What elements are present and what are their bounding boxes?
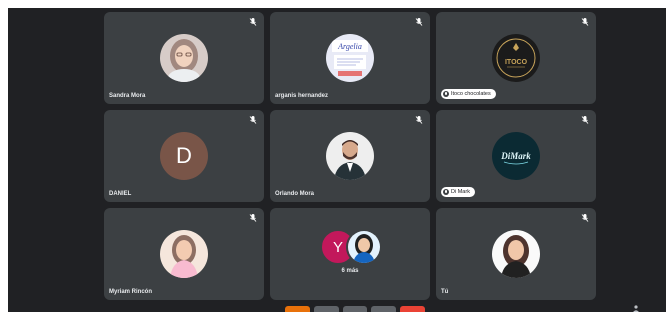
participant-tile-orlando-mora[interactable]: Orlando Mora <box>270 110 430 202</box>
pin-icon <box>443 189 449 195</box>
microphone-off-icon <box>249 214 257 222</box>
pin-icon <box>443 91 449 97</box>
microphone-off-icon <box>415 116 423 124</box>
participant-tile-arganis-hernandez[interactable]: Argelia arganis hernandez <box>270 12 430 104</box>
svg-text:DiMark: DiMark <box>500 151 531 161</box>
avatar-logo: DiMark <box>492 132 540 180</box>
presenting-pill[interactable]: Itoco chocolates <box>441 89 496 99</box>
people-icon[interactable] <box>632 305 640 312</box>
participant-tile-self[interactable]: Tú <box>436 208 596 300</box>
more-participants-tile[interactable]: Y 6 más <box>270 208 430 300</box>
control-button[interactable] <box>400 306 425 312</box>
svg-text:Argelia: Argelia <box>337 42 362 51</box>
microphone-off-icon <box>581 18 589 26</box>
microphone-off-icon <box>581 214 589 222</box>
avatar <box>492 230 540 278</box>
participant-tile-daniel[interactable]: D DANIEL <box>104 110 264 202</box>
control-bar <box>285 306 425 312</box>
participant-name: Itoco chocolates <box>451 91 491 97</box>
meeting-grid: Sandra Mora Argelia arganis hernandez IT… <box>8 8 666 312</box>
control-button[interactable] <box>342 306 368 312</box>
control-button[interactable] <box>313 306 339 312</box>
avatar <box>346 229 382 265</box>
microphone-off-icon <box>249 18 257 26</box>
avatar-logo: Argelia <box>326 34 374 82</box>
microphone-off-icon <box>581 116 589 124</box>
microphone-off-icon <box>249 116 257 124</box>
participant-tile-myriam-rincon[interactable]: Myriam Rincón <box>104 208 264 300</box>
avatar-initial: D <box>160 132 208 180</box>
participant-tile-sandra-mora[interactable]: Sandra Mora <box>104 12 264 104</box>
participant-name: Sandra Mora <box>109 93 146 99</box>
participant-tile-itoco-chocolates[interactable]: ITOCO Itoco chocolates <box>436 12 596 104</box>
avatar <box>160 230 208 278</box>
presenting-pill[interactable]: Di Mark <box>441 187 475 197</box>
participant-name: DANIEL <box>109 191 132 197</box>
avatar-logo: ITOCO <box>492 34 540 82</box>
control-button[interactable] <box>285 306 310 312</box>
participant-name: Myriam Rincón <box>109 289 153 295</box>
participant-name: Tú <box>441 289 449 295</box>
microphone-off-icon <box>415 18 423 26</box>
avatar <box>160 34 208 82</box>
participant-name: arganis hernandez <box>275 93 329 99</box>
participant-name: Di Mark <box>451 189 470 195</box>
avatar <box>326 132 374 180</box>
participant-tile-di-mark[interactable]: DiMark Di Mark <box>436 110 596 202</box>
svg-text:ITOCO: ITOCO <box>505 59 528 66</box>
more-participants-label: 6 más <box>341 268 359 274</box>
participant-name: Orlando Mora <box>275 191 315 197</box>
control-button[interactable] <box>371 306 397 312</box>
